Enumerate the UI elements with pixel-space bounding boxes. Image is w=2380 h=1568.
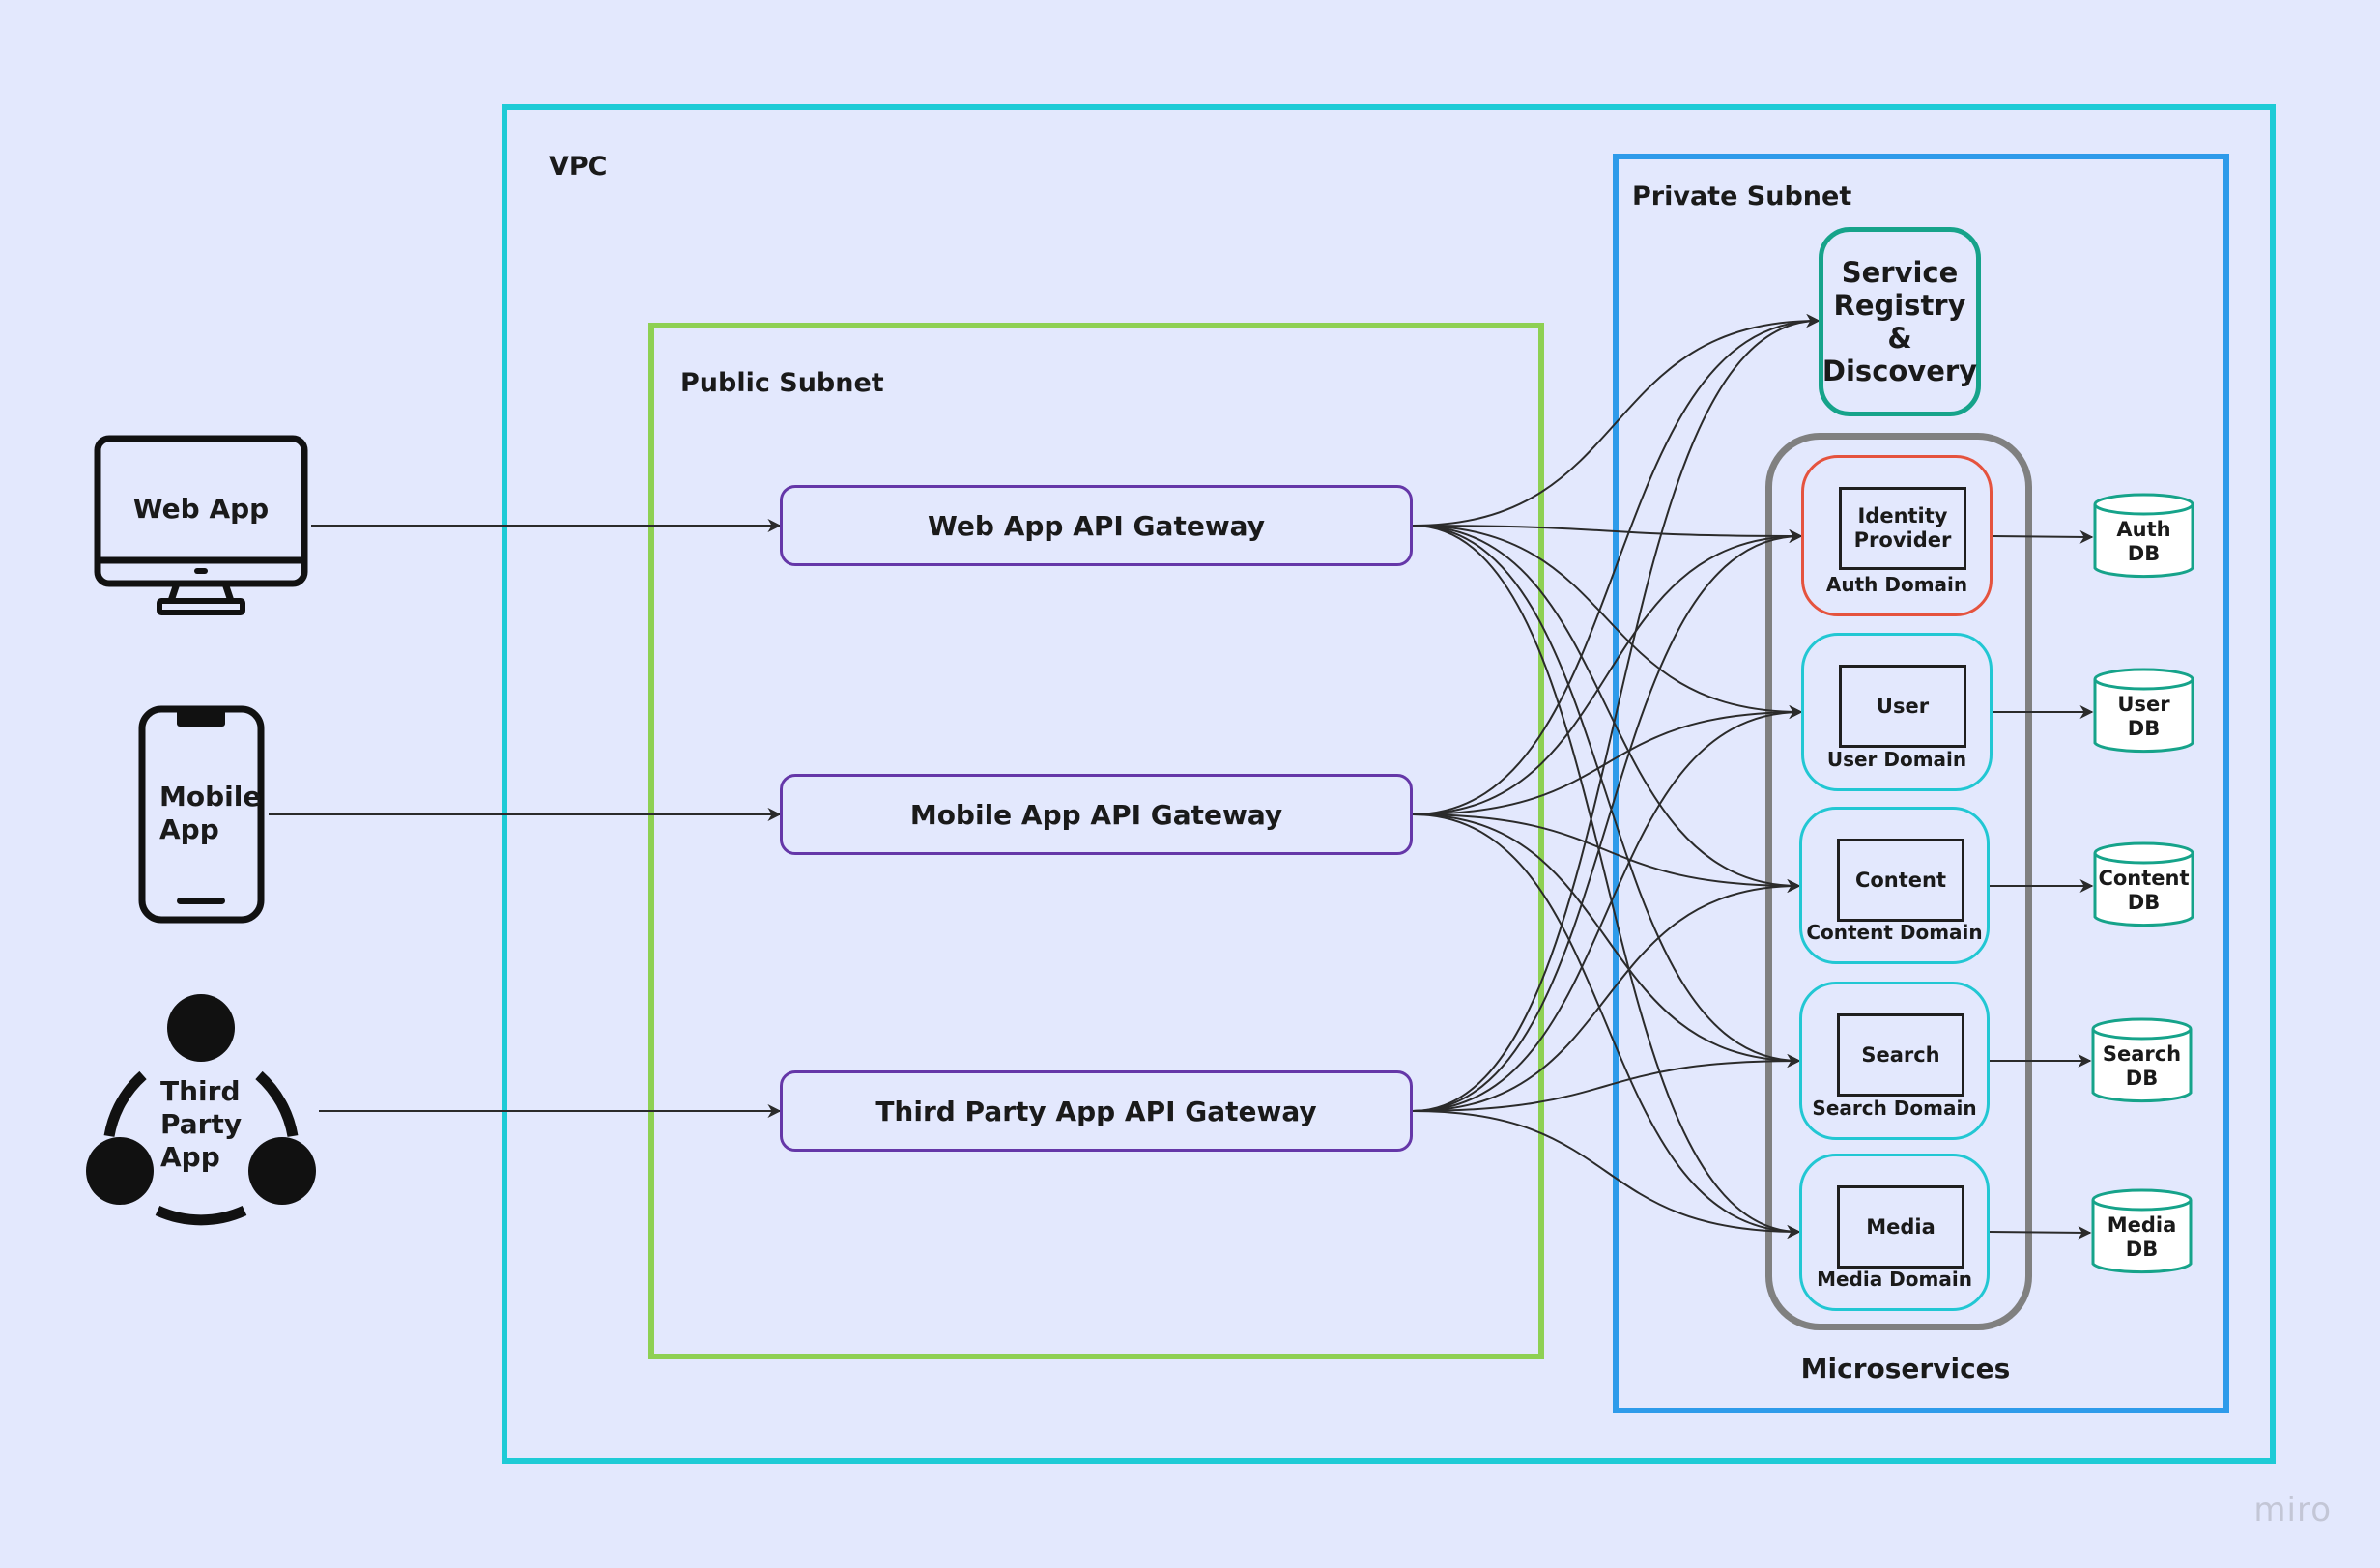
client-label: Mobile App xyxy=(159,781,262,845)
client-third-party-app[interactable]: Third Party App xyxy=(85,993,321,1230)
domain-media[interactable]: Media Media Domain xyxy=(1799,1154,1990,1311)
connector-web-gateway-to-search xyxy=(1412,525,1801,1068)
database-auth[interactable]: Auth DB xyxy=(2092,493,2195,580)
service-identity-provider[interactable]: Identity Provider xyxy=(1839,487,1966,570)
client-web-app[interactable]: Web App xyxy=(94,435,308,616)
service-content[interactable]: Content xyxy=(1837,839,1964,922)
database-label: Search DB xyxy=(2102,1042,2182,1090)
database-user[interactable]: User DB xyxy=(2092,668,2195,755)
connector-third-gateway-to-content xyxy=(1412,879,1801,1112)
domain-label: Search Domain xyxy=(1812,1097,1977,1120)
gateway-mobile-app[interactable]: Mobile App API Gateway xyxy=(780,774,1413,855)
domain-label: Media Domain xyxy=(1817,1268,1972,1291)
domain-label: User Domain xyxy=(1826,748,1967,771)
database-label: User DB xyxy=(2117,693,2170,740)
client-mobile-app[interactable]: Mobile App xyxy=(138,705,265,924)
miro-watermark: miro xyxy=(2253,1491,2332,1529)
domain-search[interactable]: Search Search Domain xyxy=(1799,982,1990,1140)
connector-third-gateway-to-registry xyxy=(1412,314,1821,1112)
gateway-label: Web App API Gateway xyxy=(928,509,1265,542)
database-label: Auth DB xyxy=(2116,518,2171,565)
connector-auth-domain-to-db xyxy=(1992,529,2094,544)
registry-label: Service Registry & Discovery xyxy=(1821,256,1978,387)
connector-web-gateway-to-media xyxy=(1412,525,1801,1239)
database-label: Content DB xyxy=(2098,867,2190,914)
database-media[interactable]: Media DB xyxy=(2090,1188,2194,1275)
domain-label: Auth Domain xyxy=(1825,573,1968,596)
client-label: Third Party App xyxy=(160,1075,243,1173)
gateway-web-app[interactable]: Web App API Gateway xyxy=(780,485,1413,566)
gateway-label: Third Party App API Gateway xyxy=(875,1095,1317,1127)
connector-third-gateway-to-user xyxy=(1412,705,1803,1112)
database-label: Media DB xyxy=(2107,1213,2177,1261)
connector-mobile-gateway-to-auth xyxy=(1412,529,1803,815)
service-media[interactable]: Media xyxy=(1837,1185,1964,1269)
desktop-monitor-icon xyxy=(94,435,308,615)
connector-mobile-gateway-to-registry xyxy=(1412,314,1821,815)
database-content[interactable]: Content DB xyxy=(2092,841,2195,928)
gateway-label: Mobile App API Gateway xyxy=(909,798,1283,831)
domain-content[interactable]: Content Content Domain xyxy=(1799,807,1990,964)
domain-label: Content Domain xyxy=(1806,921,1983,944)
service-user[interactable]: User xyxy=(1839,665,1966,748)
connector-media-domain-to-db xyxy=(1989,1225,2092,1240)
database-search[interactable]: Search DB xyxy=(2090,1017,2194,1104)
client-label: Web App xyxy=(132,493,270,525)
connector-web-gateway-to-registry xyxy=(1412,314,1821,527)
service-search[interactable]: Search xyxy=(1837,1013,1964,1097)
domain-auth[interactable]: Identity Provider Auth Domain xyxy=(1801,455,1993,616)
connector-third-gateway-to-media xyxy=(1412,1110,1801,1239)
domain-user[interactable]: User User Domain xyxy=(1801,633,1993,791)
gateway-third-party-app[interactable]: Third Party App API Gateway xyxy=(780,1070,1413,1152)
service-registry[interactable]: Service Registry & Discovery xyxy=(1819,227,1981,416)
